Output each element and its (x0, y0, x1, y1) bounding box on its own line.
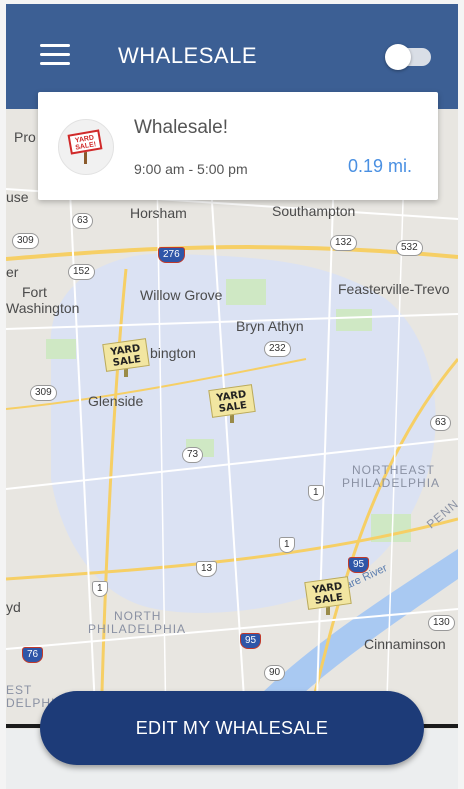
map-place-label: Washington (6, 300, 80, 316)
yard-sale-pin[interactable]: YARD SALE (208, 383, 256, 423)
map-view[interactable]: Pro use er Horsham Southampton Fort Wash… (6, 109, 458, 729)
us-route-shield: 1 (279, 537, 295, 553)
map-place-label: bington (150, 345, 196, 361)
map-place-label: Feasterville-Trevo (338, 281, 450, 297)
map-place-label: Cinnaminson (364, 636, 446, 652)
app-title: WHALESALE (118, 43, 257, 68)
route-shield: 152 (68, 264, 95, 280)
route-shield: 63 (430, 415, 452, 431)
map-place-label: yd (6, 599, 21, 615)
sale-title: Whalesale! (134, 117, 228, 138)
interstate-shield: 95 (240, 633, 262, 649)
map-place-label: use (6, 189, 29, 205)
map-district-label: PHILADELPHIA (342, 476, 441, 490)
route-shield: 90 (264, 665, 286, 681)
route-shield: 232 (264, 341, 291, 357)
map-district-label: EST (6, 683, 33, 697)
route-shield: 63 (72, 213, 94, 229)
sale-hours: 9:00 am - 5:00 pm (134, 161, 248, 177)
sale-info-card[interactable]: YARD SALE! Whalesale! 9:00 am - 5:00 pm 0… (38, 92, 438, 200)
route-shield: 532 (396, 240, 423, 256)
map-place-label: Southampton (272, 203, 356, 219)
map-district-label: NORTH (114, 609, 162, 623)
hamburger-menu-icon[interactable] (40, 44, 72, 68)
yard-sale-pin[interactable]: YARD SALE (102, 337, 150, 377)
route-shield: 309 (30, 385, 57, 401)
map-place-label: er (6, 264, 19, 280)
map-place-label: Pro (14, 129, 36, 145)
visibility-toggle[interactable] (385, 44, 431, 70)
map-place-label: Glenside (88, 393, 144, 409)
us-route-shield: 1 (92, 581, 108, 597)
sale-distance: 0.19 mi. (347, 156, 412, 176)
map-place-label: Horsham (130, 205, 187, 221)
route-shield: 73 (182, 447, 204, 463)
app-screen: WHALESALE Pro use er Horsham Southampton… (6, 4, 458, 789)
route-shield: 130 (428, 615, 455, 631)
yard-sale-pin[interactable]: YARD SALE (304, 575, 352, 615)
map-place-label: Willow Grove (140, 287, 223, 303)
map-place-label: Bryn Athyn (236, 318, 304, 334)
edit-my-whalesale-button[interactable]: EDIT MY WHALESALE (40, 691, 424, 765)
yard-sale-sign-icon: YARD SALE! (58, 119, 114, 175)
route-shield: 309 (12, 233, 39, 249)
map-place-label: Fort (22, 284, 47, 300)
us-route-shield: 13 (196, 561, 218, 577)
map-district-label: PHILADELPHIA (88, 622, 187, 636)
map-district-label: NORTHEAST (352, 463, 435, 477)
interstate-shield: 276 (158, 247, 185, 263)
toggle-knob[interactable] (385, 44, 411, 70)
interstate-shield: 95 (348, 557, 370, 573)
route-shield: 132 (330, 235, 357, 251)
us-route-shield: 1 (308, 485, 324, 501)
interstate-shield: 76 (22, 647, 44, 663)
